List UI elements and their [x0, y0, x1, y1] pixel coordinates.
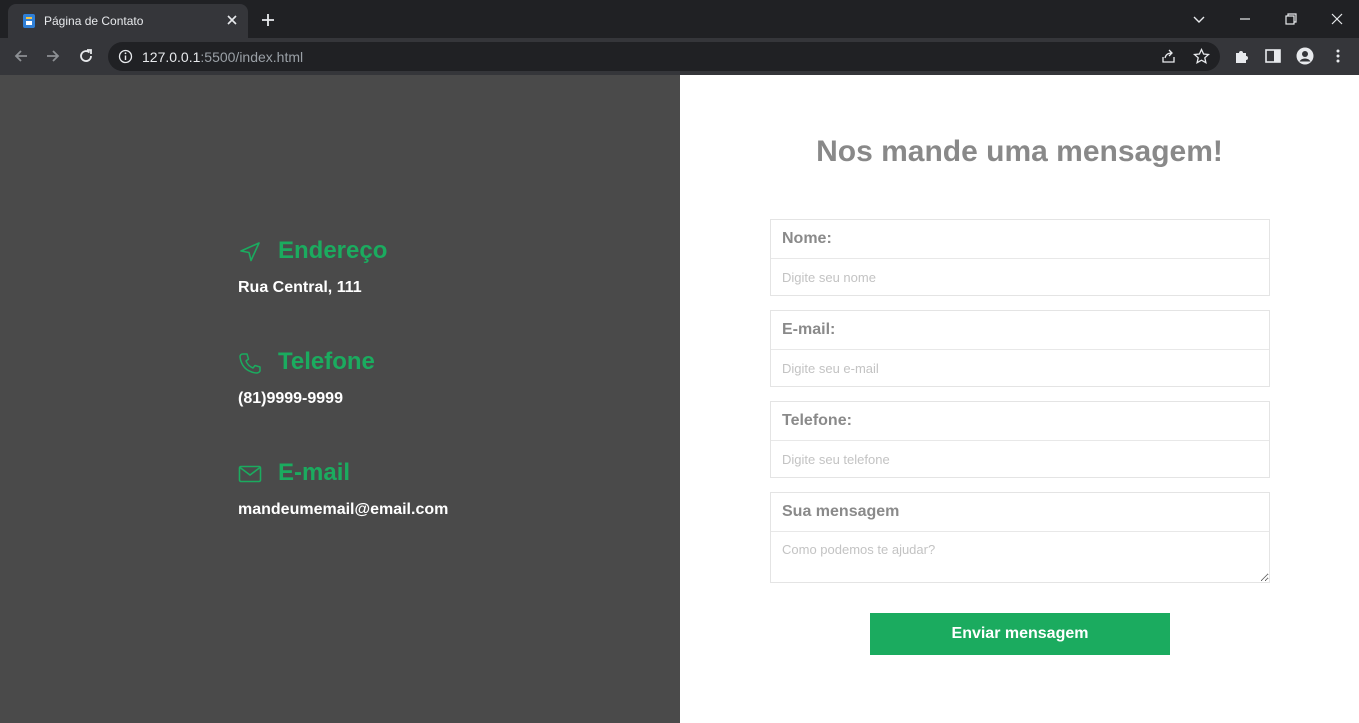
address-value: Rua Central, 111: [238, 279, 362, 296]
bookmark-star-icon[interactable]: [1193, 48, 1210, 65]
forward-arrow-icon[interactable]: [44, 47, 62, 65]
message-textarea[interactable]: [771, 532, 1269, 582]
new-tab-icon[interactable]: [260, 12, 276, 28]
phone-title: Telefone: [278, 348, 375, 375]
site-info-icon[interactable]: [118, 49, 133, 64]
name-input[interactable]: [771, 259, 1269, 295]
contact-form-panel: Nos mande uma mensagem! Nome: E-mail: Te…: [680, 75, 1359, 723]
phone-field: Telefone:: [770, 401, 1270, 478]
email-title: E-mail: [278, 459, 351, 486]
side-panel-icon[interactable]: [1264, 47, 1282, 65]
message-label: Sua mensagem: [771, 493, 1269, 532]
mail-icon: [238, 465, 262, 483]
phone-input[interactable]: [771, 441, 1269, 477]
contact-info-panel: Endereço Rua Central, 111 Telefone (81)9…: [0, 75, 680, 723]
share-icon[interactable]: [1160, 48, 1177, 65]
extensions-puzzle-icon[interactable]: [1233, 47, 1251, 65]
phone-icon: [239, 353, 261, 374]
email-value: mandeumemail@email.com: [238, 501, 449, 518]
phone-label: Telefone:: [771, 402, 1269, 441]
submit-button[interactable]: Enviar mensagem: [870, 613, 1170, 655]
profile-avatar-icon[interactable]: [1296, 47, 1314, 65]
name-field: Nome:: [770, 219, 1270, 296]
restore-icon[interactable]: [1283, 11, 1299, 27]
address-title: Endereço: [278, 237, 388, 264]
form-title: Nos mande uma mensagem!: [816, 135, 1223, 168]
page-content: Endereço Rua Central, 111 Telefone (81)9…: [0, 75, 1359, 723]
reload-icon[interactable]: [77, 47, 95, 65]
navigation-arrow-icon: [240, 242, 260, 262]
name-label: Nome:: [771, 220, 1269, 259]
browser-menu-icon[interactable]: [1329, 47, 1347, 65]
minimize-icon[interactable]: [1237, 11, 1253, 27]
email-input[interactable]: [771, 350, 1269, 386]
message-field: Sua mensagem: [770, 492, 1270, 583]
url-path: :5500/index.html: [200, 49, 304, 65]
tab-search-chevron-icon[interactable]: [1191, 11, 1207, 27]
browser-tab[interactable]: Página de Contato: [8, 4, 248, 38]
phone-value: (81)9999-9999: [238, 390, 343, 407]
page-favicon-icon: [23, 14, 35, 28]
back-arrow-icon[interactable]: [12, 47, 30, 65]
close-window-icon[interactable]: [1329, 11, 1345, 27]
close-tab-icon[interactable]: [224, 12, 240, 28]
address-bar[interactable]: 127.0.0.1:5500/index.html: [108, 42, 1220, 71]
email-label: E-mail:: [771, 311, 1269, 350]
browser-toolbar: 127.0.0.1:5500/index.html: [0, 38, 1359, 75]
url-host: 127.0.0.1: [142, 49, 201, 65]
browser-tab-strip: Página de Contato: [0, 0, 1359, 38]
tab-title: Página de Contato: [44, 14, 144, 28]
email-field: E-mail:: [770, 310, 1270, 387]
url-text: 127.0.0.1:5500/index.html: [142, 49, 303, 65]
